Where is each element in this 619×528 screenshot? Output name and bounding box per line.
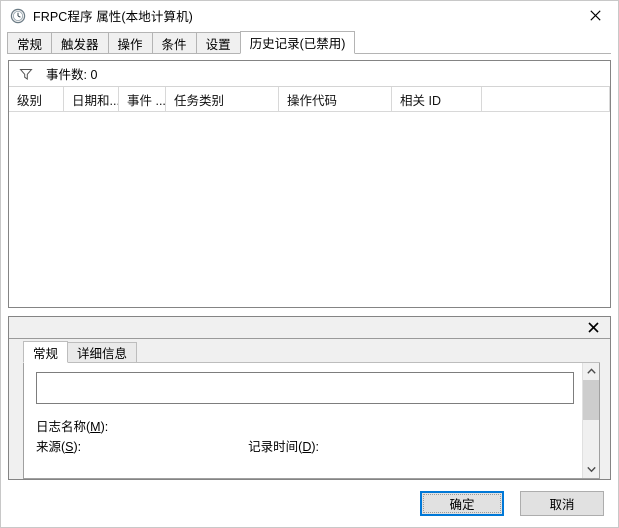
logged-time-label: 记录时间(D): [248,440,319,454]
history-tab-page: 事件数: 0 级别 日期和... 事件 ... 任务类别 操作代码 相关 ID [8,54,611,480]
scroll-down-arrow-icon[interactable] [583,461,599,478]
tab-actions[interactable]: 操作 [107,32,153,54]
column-header-correlation-id[interactable]: 相关 ID [392,87,482,111]
event-count-label: 事件数: 0 [46,68,98,82]
preview-header [9,317,610,339]
preview-tab-strip: 常规 详细信息 [9,339,610,363]
ok-button-label: 确定 [449,498,475,512]
tab-conditions[interactable]: 条件 [151,32,197,54]
column-header-task-category[interactable]: 任务类别 [166,87,279,111]
tab-label: 常规 [17,37,43,52]
column-label: 日期和... [72,93,119,108]
tab-general[interactable]: 常规 [7,32,53,54]
events-rows-area[interactable] [9,112,610,307]
column-header-row: 级别 日期和... 事件 ... 任务类别 操作代码 相关 ID [9,87,610,112]
scroll-up-arrow-icon[interactable] [583,363,599,380]
title-bar: FRPC程序 属性(本地计算机) [1,1,618,30]
column-label: 事件 ... [127,93,166,108]
tab-triggers[interactable]: 触发器 [51,32,109,54]
ok-button[interactable]: 确定 [420,491,504,516]
column-label: 相关 ID [400,93,441,108]
source-label: 来源(S): [36,440,82,454]
preview-scrollbar[interactable] [582,363,599,478]
column-label: 级别 [17,93,43,108]
preview-content: 日志名称(M): 来源(S): 记录时间(D): [24,363,582,478]
column-label: 任务类别 [174,93,225,108]
tab-label: 条件 [161,37,187,52]
preview-tab-label: 详细信息 [77,347,128,361]
task-properties-window: FRPC程序 属性(本地计算机) 常规 触发器 操作 条件 设置 历史记录(已禁… [0,0,619,528]
event-message-box[interactable] [36,372,574,404]
filter-icon [18,66,34,82]
events-pane: 事件数: 0 级别 日期和... 事件 ... 任务类别 操作代码 相关 ID [8,60,611,308]
source-logged-row: 来源(S): 记录时间(D): [36,437,574,457]
window-close-button[interactable] [573,1,618,29]
scroll-track[interactable] [583,380,599,461]
tab-label: 历史记录(已禁用) [249,37,346,51]
dialog-footer: 确定 取消 [1,480,618,527]
window-title: FRPC程序 属性(本地计算机) [33,10,193,24]
preview-close-button[interactable] [586,321,600,335]
column-header-op-code[interactable]: 操作代码 [279,87,392,111]
tab-label: 设置 [205,37,231,52]
preview-tab-general[interactable]: 常规 [23,341,69,363]
cancel-button[interactable]: 取消 [520,491,604,516]
column-label: 操作代码 [287,93,338,108]
column-header-event-id[interactable]: 事件 ... [119,87,166,111]
clock-icon [10,8,26,24]
column-header-filler[interactable] [482,87,610,111]
event-preview-pane: 常规 详细信息 日志名称(M): 来源(S): 记录时间(D): [8,316,611,480]
tab-label: 触发器 [61,37,99,52]
pane-splitter[interactable] [8,308,611,316]
preview-tab-label: 常规 [33,346,59,361]
cancel-button-label: 取消 [549,498,575,512]
log-name-row: 日志名称(M): [36,417,574,437]
tab-strip: 常规 触发器 操作 条件 设置 历史记录(已禁用) [1,30,618,54]
preview-tab-details[interactable]: 详细信息 [67,342,138,363]
tab-settings[interactable]: 设置 [195,32,241,54]
log-name-label: 日志名称(M): [36,420,109,434]
scroll-thumb[interactable] [583,380,599,420]
tab-label: 操作 [117,37,143,52]
tab-history[interactable]: 历史记录(已禁用) [239,31,356,54]
column-header-level[interactable]: 级别 [9,87,64,111]
filter-bar: 事件数: 0 [9,61,610,87]
preview-body: 日志名称(M): 来源(S): 记录时间(D): [23,363,600,479]
column-header-date-time[interactable]: 日期和... [64,87,119,111]
